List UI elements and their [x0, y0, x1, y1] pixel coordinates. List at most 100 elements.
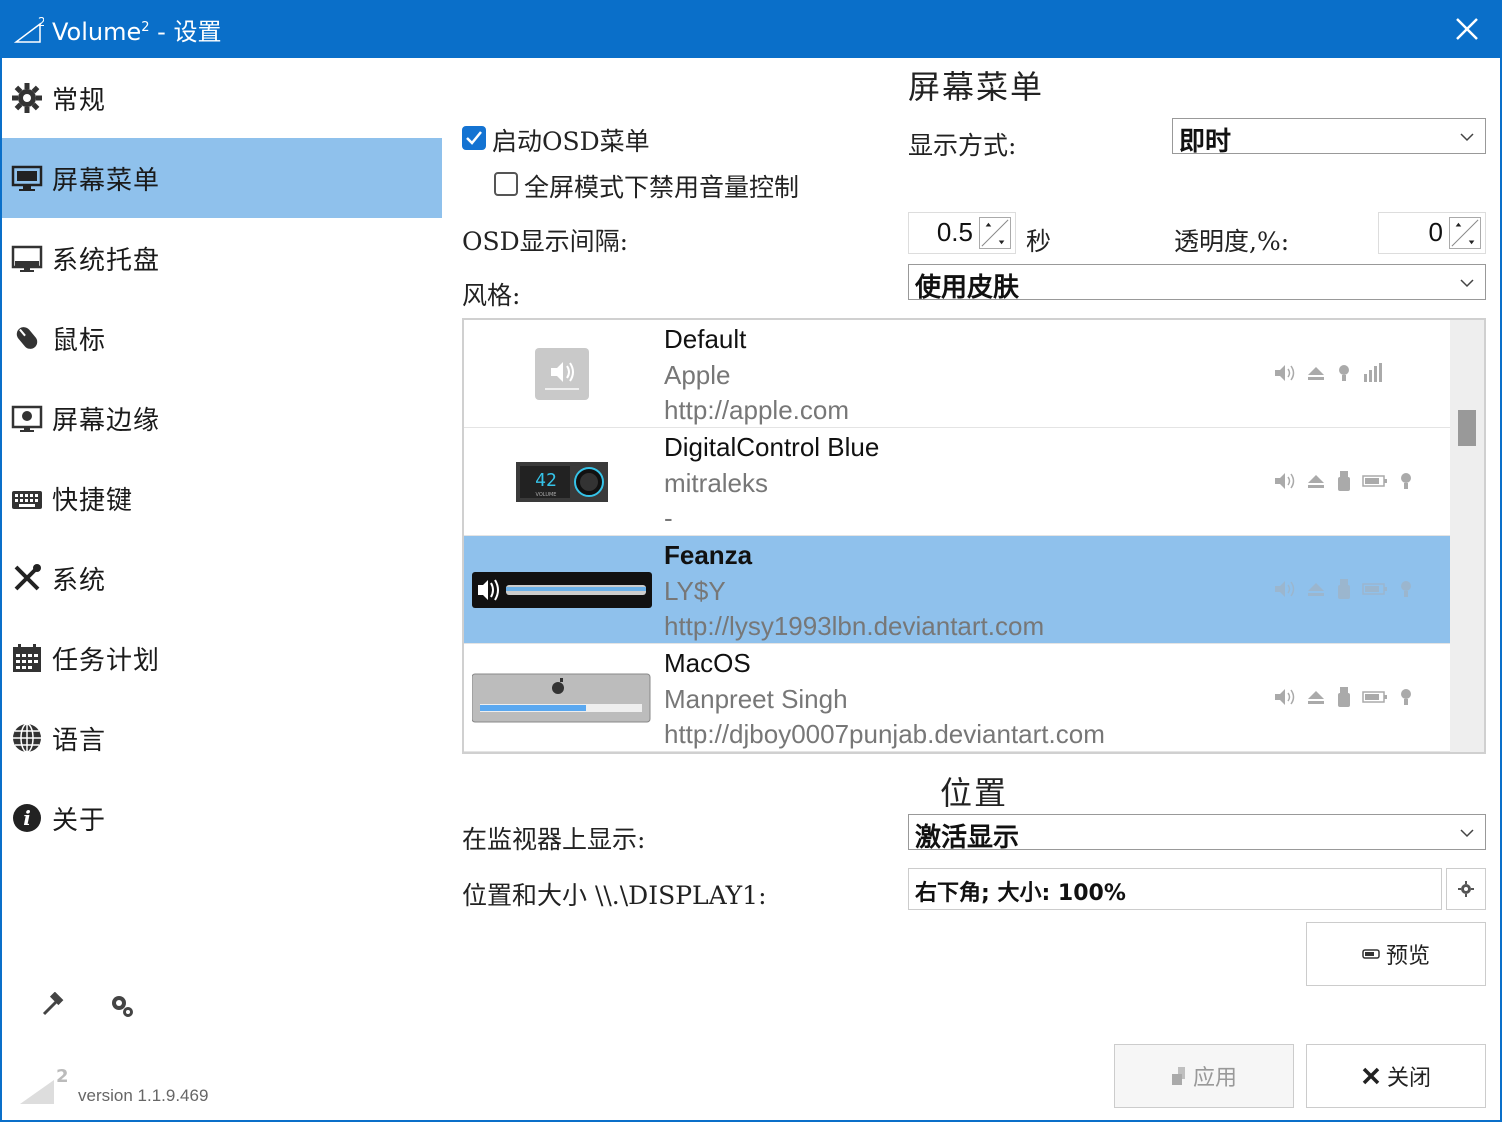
usb-icon — [1338, 687, 1350, 707]
svg-text:2: 2 — [56, 1066, 68, 1087]
transparency-spinner[interactable]: 0 — [1378, 212, 1486, 254]
sidebar-item-hotkeys[interactable]: 快捷键 — [2, 458, 442, 538]
volume-icon — [1275, 581, 1295, 597]
volume-bar-skin-icon — [472, 572, 652, 608]
svg-text:i: i — [23, 806, 31, 830]
svg-text:42: 42 — [535, 470, 557, 491]
monitor-label: 在监视器上显示: — [462, 825, 646, 854]
gear-icon — [1458, 881, 1474, 897]
position-size-value: 右下角; 大小: 100% — [915, 881, 1126, 906]
brightness-icon — [1401, 473, 1411, 489]
scrollbar-thumb[interactable] — [1458, 410, 1476, 446]
settings-gears-icon[interactable] — [108, 992, 136, 1020]
brightness-icon — [1401, 689, 1411, 705]
skin-capabilities — [1274, 468, 1424, 494]
sidebar-item-scheduler[interactable]: 任务计划 — [2, 618, 442, 698]
skin-thumbnail — [472, 332, 652, 416]
apply-button[interactable]: 应用 — [1114, 1044, 1294, 1108]
spinner-arrows-icon[interactable] — [1449, 217, 1481, 249]
app-logo-icon: 2 — [14, 15, 44, 43]
position-section-title: 位置 — [940, 774, 1009, 812]
preview-icon — [1362, 949, 1380, 959]
close-button-label: 关闭 — [1386, 1066, 1431, 1091]
monitor-value: 激活显示 — [915, 823, 1020, 853]
sidebar-item-about[interactable]: i 关于 — [2, 778, 442, 858]
sidebar-item-language[interactable]: 语言 — [2, 698, 442, 778]
skin-url: http://djboy0007punjab.deviantart.com — [664, 719, 1105, 749]
gear-icon — [10, 81, 44, 115]
svg-text:2: 2 — [38, 15, 44, 29]
style-select[interactable]: 使用皮肤 — [908, 264, 1486, 303]
skin-list-scrollbar[interactable] — [1450, 320, 1484, 752]
tools-icon — [10, 561, 44, 595]
monitor-select[interactable]: 激活显示 — [908, 814, 1486, 853]
skin-row-digitalcontrol-blue[interactable]: 42 VOLUME DigitalControl Blue mitraleks - — [464, 428, 1450, 536]
skin-author: LY$Y — [664, 576, 726, 606]
chevron-down-icon — [1460, 829, 1474, 838]
skin-thumbnail — [472, 548, 652, 632]
skin-author: mitraleks — [664, 468, 769, 498]
skin-name: MacOS — [664, 648, 751, 678]
skin-capabilities — [1274, 684, 1424, 710]
info-icon: i — [10, 801, 44, 835]
eject-icon — [1308, 691, 1324, 704]
sidebar-item-label: 系统 — [52, 565, 107, 596]
skin-row-default[interactable]: Default Apple http://apple.com — [464, 320, 1450, 428]
close-button[interactable]: 关闭 — [1306, 1044, 1486, 1108]
title-bar: 2 Volume2 - 设置 — [0, 0, 1502, 58]
position-size-field[interactable]: 右下角; 大小: 100% — [908, 868, 1442, 910]
fullscreen-disable-checkbox[interactable] — [494, 172, 518, 196]
skin-name: Default — [664, 324, 747, 354]
skin-thumbnail — [472, 656, 652, 740]
window-title: Volume2 - 设置 — [52, 18, 222, 46]
skin-author: Manpreet Singh — [664, 684, 848, 714]
skin-url: http://apple.com — [664, 395, 849, 425]
close-window-icon[interactable] — [1452, 14, 1482, 44]
monitor-icon — [10, 161, 44, 195]
enable-osd-checkbox[interactable] — [462, 126, 486, 150]
sidebar-item-label: 系统托盘 — [52, 245, 161, 276]
chevron-down-icon — [1460, 279, 1474, 288]
sidebar-item-osd[interactable]: 屏幕菜单 — [2, 138, 442, 218]
hammer-icon[interactable] — [38, 992, 66, 1020]
sidebar-item-tray[interactable]: 系统托盘 — [2, 218, 442, 298]
battery-icon — [1362, 691, 1387, 703]
sidebar-item-label: 鼠标 — [52, 325, 107, 356]
apply-icon — [1171, 1066, 1187, 1086]
position-settings-button[interactable] — [1446, 868, 1486, 910]
sidebar: 常规 屏幕菜单 系统托盘 鼠标 屏幕边缘 快捷键 系统 任务计划 语言 i 关于 — [2, 58, 442, 1058]
display-mode-label: 显示方式: — [908, 131, 1017, 160]
sidebar-item-general[interactable]: 常规 — [2, 58, 442, 138]
skin-name: DigitalControl Blue — [664, 432, 880, 462]
position-size-label: 位置和大小 \\.\DISPLAY1: — [462, 881, 767, 910]
svg-text:VOLUME: VOLUME — [536, 492, 557, 498]
version-label: version 1.1.9.469 — [78, 1086, 209, 1105]
skin-author: Apple — [664, 360, 731, 390]
spinner-arrows-icon[interactable] — [979, 217, 1011, 249]
usb-icon — [1338, 579, 1350, 599]
fullscreen-disable-label: 全屏模式下禁用音量控制 — [524, 173, 800, 202]
osd-interval-spinner[interactable]: 0.5 — [908, 212, 1016, 254]
volume-icon — [1275, 365, 1295, 381]
skin-list[interactable]: Default Apple http://apple.com 42 VOLUME … — [462, 318, 1486, 754]
screen-edge-icon — [10, 401, 44, 435]
skin-row-macos[interactable]: MacOS Manpreet Singh http://djboy0007pun… — [464, 644, 1450, 752]
brightness-icon — [1339, 365, 1349, 381]
skin-capabilities — [1274, 360, 1424, 386]
sidebar-item-system[interactable]: 系统 — [2, 538, 442, 618]
sidebar-item-mouse[interactable]: 鼠标 — [2, 298, 442, 378]
checkmark-icon — [466, 131, 482, 145]
close-icon — [1361, 1066, 1381, 1086]
enable-osd-label: 启动OSD菜单 — [492, 127, 650, 156]
sidebar-item-label: 屏幕边缘 — [52, 405, 161, 436]
display-mode-select[interactable]: 即时 — [1172, 118, 1486, 157]
style-value: 使用皮肤 — [915, 273, 1020, 303]
skin-capabilities — [1274, 576, 1424, 602]
usb-icon — [1338, 471, 1350, 491]
battery-icon — [1362, 475, 1387, 487]
sidebar-item-label: 屏幕菜单 — [52, 165, 161, 196]
preview-button[interactable]: 预览 — [1306, 922, 1486, 986]
skin-row-feanza[interactable]: Feanza LY$Y http://lysy1993lbn.deviantar… — [464, 536, 1450, 644]
sidebar-item-label: 任务计划 — [52, 645, 161, 676]
sidebar-item-screen-edge[interactable]: 屏幕边缘 — [2, 378, 442, 458]
